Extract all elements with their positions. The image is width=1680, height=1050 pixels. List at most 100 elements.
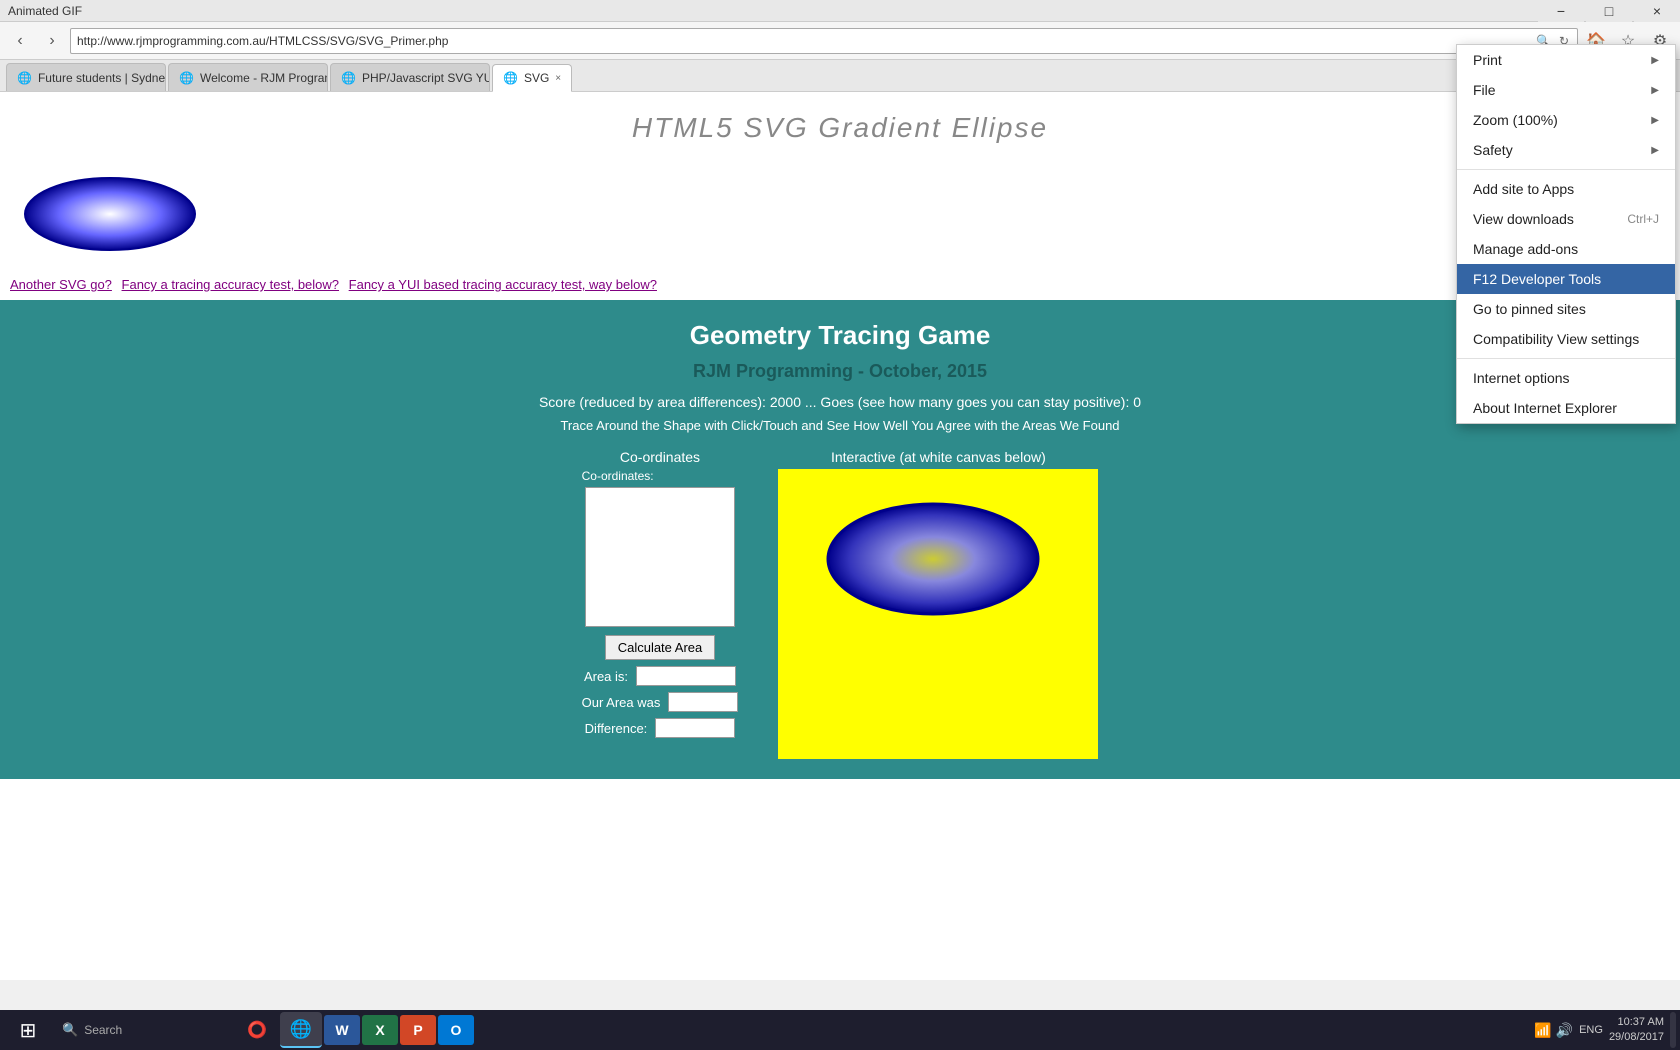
taskbar-word-button[interactable]: W (324, 1015, 360, 1045)
menu-item-label: Add site to Apps (1473, 181, 1574, 197)
menu-item-file[interactable]: File ▶ (1457, 75, 1675, 105)
menu-item-label: Compatibility View settings (1473, 331, 1639, 347)
taskbar-ppt-button[interactable]: P (400, 1015, 436, 1045)
menu-item-label: Zoom (100%) (1473, 112, 1558, 128)
menu-arrow: ▶ (1651, 55, 1659, 66)
area-row: Area is: (584, 666, 736, 686)
game-title: Geometry Tracing Game (20, 320, 1660, 351)
game-layout: Co-ordinates Co-ordinates: Calculate Are… (20, 449, 1660, 759)
game-score: Score (reduced by area differences): 200… (20, 394, 1660, 410)
tab-close-active[interactable]: × (555, 73, 561, 84)
menu-item-about-ie[interactable]: About Internet Explorer (1457, 393, 1675, 423)
dropdown-menu: Print ▶ File ▶ Zoom (100%) ▶ Safety ▶ Ad… (1456, 44, 1676, 424)
taskbar-search-icon: 🔍 (62, 1022, 78, 1038)
menu-item-label: About Internet Explorer (1473, 400, 1617, 416)
menu-item-f12[interactable]: F12 Developer Tools (1457, 264, 1675, 294)
taskbar-search-text: Search (84, 1023, 122, 1037)
tab-favicon: 🌐 (179, 71, 194, 85)
taskbar-cortana-button[interactable]: ⭕ (236, 1012, 278, 1048)
menu-item-add-site[interactable]: Add site to Apps (1457, 174, 1675, 204)
page-content: HTML5 SVG Gradient Ellipse Another SVG g… (0, 92, 1680, 980)
tab-2[interactable]: 🌐 PHP/Javascript SVG YUI Geom... × (330, 63, 490, 91)
close-button[interactable]: × (1634, 0, 1680, 22)
menu-arrow: ▶ (1651, 85, 1659, 96)
minimize-button[interactable]: − (1538, 0, 1584, 22)
difference-input[interactable] (655, 718, 735, 738)
taskbar-clock[interactable]: 10:37 AM 29/08/2017 (1609, 1015, 1664, 1046)
menu-item-label: Print (1473, 52, 1502, 68)
area-input[interactable] (636, 666, 736, 686)
menu-arrow: ▶ (1651, 115, 1659, 126)
menu-item-view-downloads[interactable]: View downloads Ctrl+J (1457, 204, 1675, 234)
taskbar-ie-button[interactable]: 🌐 (280, 1012, 322, 1048)
menu-divider-2 (1457, 358, 1675, 359)
menu-item-safety[interactable]: Safety ▶ (1457, 135, 1675, 165)
taskbar-right: 📶 🔊 ENG 10:37 AM 29/08/2017 (1534, 1012, 1676, 1048)
ie-icon: 🌐 (290, 1019, 312, 1040)
network-icon: 📶 (1534, 1022, 1551, 1039)
tab-label: SVG (524, 71, 549, 85)
window-title: Animated GIF (8, 4, 1672, 18)
coords-subtext: Co-ordinates: (582, 469, 654, 483)
menu-item-manage-addons[interactable]: Manage add-ons (1457, 234, 1675, 264)
taskbar-search-button[interactable]: 🔍 Search (54, 1012, 234, 1048)
interactive-section: Interactive (at white canvas below) (778, 449, 1098, 759)
tab-favicon: 🌐 (341, 71, 356, 85)
interactive-label: Interactive (at white canvas below) (831, 449, 1046, 465)
link-yui-test[interactable]: Fancy a YUI based tracing accuracy test,… (349, 277, 657, 292)
tab-label: Future students | Sydney TAFE ... (38, 71, 166, 85)
tab-label: PHP/Javascript SVG YUI Geom... (362, 71, 490, 85)
our-area-input[interactable] (668, 692, 738, 712)
tab-favicon: 🌐 (17, 71, 32, 85)
menu-item-label: Manage add-ons (1473, 241, 1578, 257)
menu-item-label: Internet options (1473, 370, 1570, 386)
tab-0[interactable]: 🌐 Future students | Sydney TAFE ... × (6, 63, 166, 91)
coords-textarea[interactable] (585, 487, 735, 627)
maximize-button[interactable]: □ (1586, 0, 1632, 22)
difference-label: Difference: (585, 721, 648, 736)
game-subtitle: RJM Programming - October, 2015 (20, 361, 1660, 382)
menu-item-label: File (1473, 82, 1496, 98)
menu-item-label: View downloads (1473, 211, 1574, 227)
menu-divider-1 (1457, 169, 1675, 170)
title-bar: Animated GIF − □ × (0, 0, 1680, 22)
menu-item-internet-options[interactable]: Internet options (1457, 363, 1675, 393)
start-button[interactable]: ⊞ (4, 1012, 52, 1048)
menu-item-pinned-sites[interactable]: Go to pinned sites (1457, 294, 1675, 324)
taskbar-excel-button[interactable]: X (362, 1015, 398, 1045)
menu-item-label: Go to pinned sites (1473, 301, 1586, 317)
yellow-canvas[interactable] (778, 469, 1098, 759)
tab-favicon: 🌐 (503, 71, 518, 85)
page-heading: HTML5 SVG Gradient Ellipse (0, 92, 1680, 164)
address-input[interactable] (77, 34, 1534, 48)
taskbar-outlook-button[interactable]: O (438, 1015, 474, 1045)
menu-item-label: Safety (1473, 142, 1513, 158)
address-bar: 🔍 ↻ (70, 28, 1578, 54)
menu-item-print[interactable]: Print ▶ (1457, 45, 1675, 75)
forward-button[interactable]: › (38, 27, 66, 55)
volume-icon: 🔊 (1556, 1022, 1573, 1039)
menu-item-compat[interactable]: Compatibility View settings (1457, 324, 1675, 354)
link-tracing-test[interactable]: Fancy a tracing accuracy test, below? (122, 277, 340, 292)
link-svg-go[interactable]: Another SVG go? (10, 277, 112, 292)
our-area-row: Our Area was (582, 692, 739, 712)
browser-toolbar: ‹ › 🔍 ↻ 🏠 ☆ ⚙ (0, 22, 1680, 60)
taskbar-date-display: 29/08/2017 (1609, 1030, 1664, 1045)
gradient-ellipse-svg (20, 174, 200, 254)
difference-row: Difference: (585, 718, 736, 738)
ellipse-area (0, 164, 1680, 269)
menu-item-zoom[interactable]: Zoom (100%) ▶ (1457, 105, 1675, 135)
taskbar: ⊞ 🔍 Search ⭕ 🌐 W X P O 📶 🔊 ENG 10:37 AM … (0, 1010, 1680, 1050)
tab-1[interactable]: 🌐 Welcome - RJM Programming × (168, 63, 328, 91)
calculate-area-button[interactable]: Calculate Area (605, 635, 716, 660)
game-instruction: Trace Around the Shape with Click/Touch … (20, 418, 1660, 433)
menu-item-label: F12 Developer Tools (1473, 271, 1601, 287)
tab-3-active[interactable]: 🌐 SVG × (492, 64, 572, 92)
show-desktop-button[interactable] (1670, 1012, 1676, 1048)
menu-arrow: ▶ (1651, 145, 1659, 156)
tabs-bar: 🌐 Future students | Sydney TAFE ... × 🌐 … (0, 60, 1680, 92)
coords-label: Co-ordinates (620, 449, 700, 465)
back-button[interactable]: ‹ (6, 27, 34, 55)
taskbar-time-display: 10:37 AM (1609, 1015, 1664, 1030)
language-indicator: ENG (1579, 1024, 1603, 1036)
